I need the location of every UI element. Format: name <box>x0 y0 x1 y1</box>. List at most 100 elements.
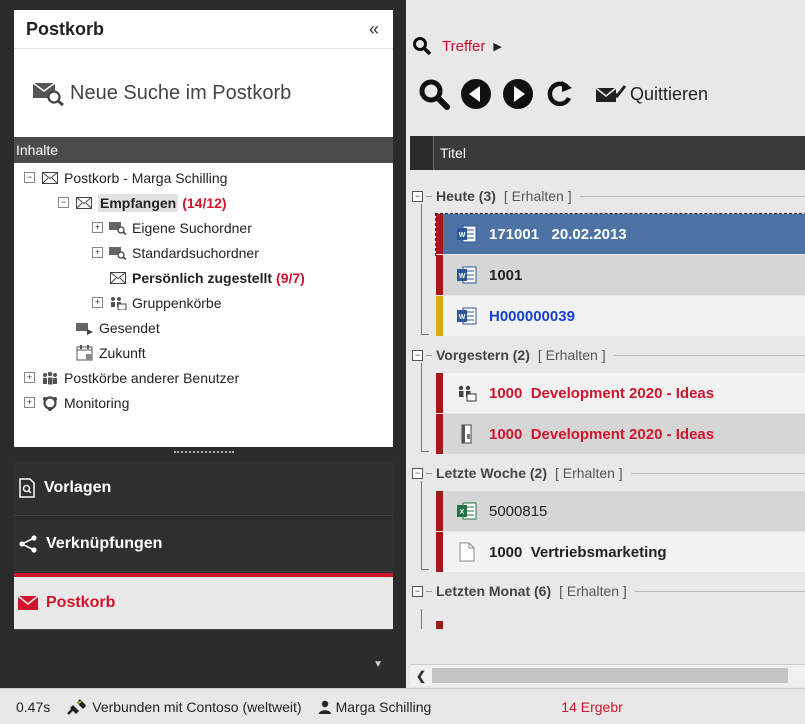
toolbar: Quittieren <box>418 78 718 110</box>
scrollbar-thumb[interactable] <box>432 668 788 683</box>
tree-item-empfangen[interactable]: − Empfangen (14/12) <box>14 190 393 215</box>
column-title[interactable]: Titel <box>434 145 466 161</box>
chevron-right-icon[interactable]: ▶ <box>493 40 501 53</box>
list-item[interactable]: W H000000039 <box>436 296 805 337</box>
collapse-toggle[interactable]: − <box>58 197 69 208</box>
group-header[interactable]: − Letzten Monat (6) [ Erhalten ] <box>410 573 805 609</box>
status-bar <box>436 373 443 413</box>
group-inbox-icon <box>457 383 477 403</box>
svg-text:W: W <box>459 273 466 280</box>
expand-toggle[interactable]: + <box>92 297 103 308</box>
envelope-icon <box>75 196 93 210</box>
collapse-toggle[interactable]: − <box>412 585 423 597</box>
nav-postkorb-button[interactable]: Postkorb <box>14 573 393 630</box>
svg-text:W: W <box>459 232 466 239</box>
group-inbox-icon <box>109 296 127 310</box>
expand-toggle[interactable]: + <box>24 372 35 383</box>
tree-item-gruppenkoerbe[interactable]: + Gruppenkörbe <box>14 290 393 315</box>
tree-item-label: Zukunft <box>99 344 146 361</box>
mail-send-icon <box>76 321 94 335</box>
tree-item-label: Empfangen <box>98 193 179 212</box>
contents-section-header: Inhalte <box>14 137 393 163</box>
current-user: Marga Schilling <box>318 699 431 715</box>
collapse-panel-button[interactable]: « <box>369 19 381 40</box>
nav-vorlagen-button[interactable]: Vorlagen <box>14 461 393 516</box>
unread-count: (9/7) <box>276 269 305 286</box>
mail-search-icon <box>109 221 127 235</box>
tree-item-postkorb[interactable]: − Postkorb - Marga Schilling <box>14 165 393 190</box>
column-header-spacer <box>410 136 434 170</box>
postkorb-panel: Postkorb « Neue Suche im Postkorb Inhalt… <box>14 10 393 447</box>
nav-verknuepfungen-button[interactable]: Verknüpfungen <box>14 517 393 572</box>
tree-item-label: Gruppenkörbe <box>132 294 222 311</box>
expand-toggle[interactable]: + <box>92 222 103 233</box>
expand-toggle[interactable]: + <box>24 397 35 408</box>
group-header[interactable]: − Heute (3) [ Erhalten ] <box>410 178 805 214</box>
collapse-toggle[interactable]: − <box>412 349 423 361</box>
expand-toggle[interactable]: + <box>92 247 103 258</box>
nav-overflow-area: ▼ <box>14 630 393 680</box>
envelope-icon <box>109 271 127 285</box>
excel-icon: X <box>457 501 477 521</box>
tree-item-monitoring[interactable]: + Monitoring <box>14 390 393 415</box>
svg-text:W: W <box>459 314 466 321</box>
result-list: − Heute (3) [ Erhalten ] W 171001 20.02.… <box>410 178 805 629</box>
horizontal-scrollbar[interactable]: ❮ <box>410 664 805 686</box>
list-item[interactable]: 1000 Development 2020 - Ideas <box>436 373 805 414</box>
word-icon: W <box>457 265 477 285</box>
scroll-left-arrow-icon[interactable]: ❮ <box>410 669 432 683</box>
tree-item-persoenlich[interactable]: Persönlich zugestellt (9/7) <box>14 265 393 290</box>
breadcrumb-item[interactable]: Treffer <box>442 38 485 55</box>
next-button[interactable] <box>502 78 534 110</box>
tree-item-standardsuchordner[interactable]: + Standardsuchordner <box>14 240 393 265</box>
status-bar <box>436 255 443 295</box>
list-item[interactable]: 1000 Vertriebsmarketing <box>436 532 805 573</box>
item-title: 1001 <box>489 266 523 284</box>
item-title: 171001 20.02.2013 <box>489 225 627 243</box>
envelope-icon <box>18 596 38 610</box>
tree-item-other-users[interactable]: + Postkörbe anderer Benutzer <box>14 365 393 390</box>
item-title: 1000 Vertriebsmarketing <box>489 543 667 561</box>
panel-splitter[interactable] <box>14 447 393 457</box>
envelope-icon <box>41 171 59 185</box>
tree-item-eigene-suchordner[interactable]: + Eigene Suchordner <box>14 215 393 240</box>
group-header[interactable]: − Vorgestern (2) [ Erhalten ] <box>410 337 805 373</box>
collapse-toggle[interactable]: − <box>24 172 35 183</box>
results-pane: Treffer ▶ Quittieren Titel − Heute (3) [… <box>400 0 805 688</box>
tree-item-zukunft[interactable]: Zukunft <box>14 340 393 365</box>
status-bar <box>436 532 443 572</box>
search-button[interactable] <box>418 78 450 110</box>
group-header[interactable]: − Letzte Woche (2) [ Erhalten ] <box>410 455 805 491</box>
status-bar: 0.47s Verbunden mit Contoso (weltweit) M… <box>0 688 805 724</box>
search-icon <box>413 37 432 56</box>
quittieren-button[interactable]: Quittieren <box>596 83 708 105</box>
refresh-button[interactable] <box>544 78 574 110</box>
nav-label: Postkorb <box>46 594 116 611</box>
group-subtitle: [ Erhalten ] <box>537 347 606 363</box>
tree-item-label: Standardsuchordner <box>132 244 259 261</box>
collapse-toggle[interactable]: − <box>412 467 423 479</box>
list-item-partial[interactable] <box>436 609 805 629</box>
item-title: H000000039 <box>489 307 575 325</box>
list-item[interactable]: W 1001 <box>436 255 805 296</box>
chevron-down-icon[interactable]: ▼ <box>373 659 383 670</box>
response-time: 0.47s <box>16 698 51 715</box>
group-subtitle: [ Erhalten ] <box>559 583 627 599</box>
panel-header: Postkorb « <box>14 10 393 49</box>
collapse-toggle[interactable]: − <box>412 190 423 202</box>
new-search-button[interactable]: Neue Suche im Postkorb <box>14 49 393 137</box>
list-item[interactable]: X 5000815 <box>436 491 805 532</box>
folder-tree: − Postkorb - Marga Schilling − Empfangen… <box>14 163 393 415</box>
nav-label: Vorlagen <box>44 479 112 496</box>
status-bar <box>436 491 443 531</box>
tree-item-label: Monitoring <box>64 394 130 411</box>
tree-item-gesendet[interactable]: Gesendet <box>14 315 393 340</box>
group-title: Letzten Monat (6) <box>436 583 552 599</box>
unread-count: (14/12) <box>182 194 227 211</box>
user-icon <box>318 700 331 714</box>
list-item[interactable]: W 171001 20.02.2013 <box>435 213 805 256</box>
quittieren-label: Quittieren <box>630 83 709 104</box>
list-item[interactable]: 1000 Development 2020 - Ideas <box>436 414 805 455</box>
previous-button[interactable] <box>460 78 492 110</box>
plug-connected-icon <box>67 698 87 715</box>
